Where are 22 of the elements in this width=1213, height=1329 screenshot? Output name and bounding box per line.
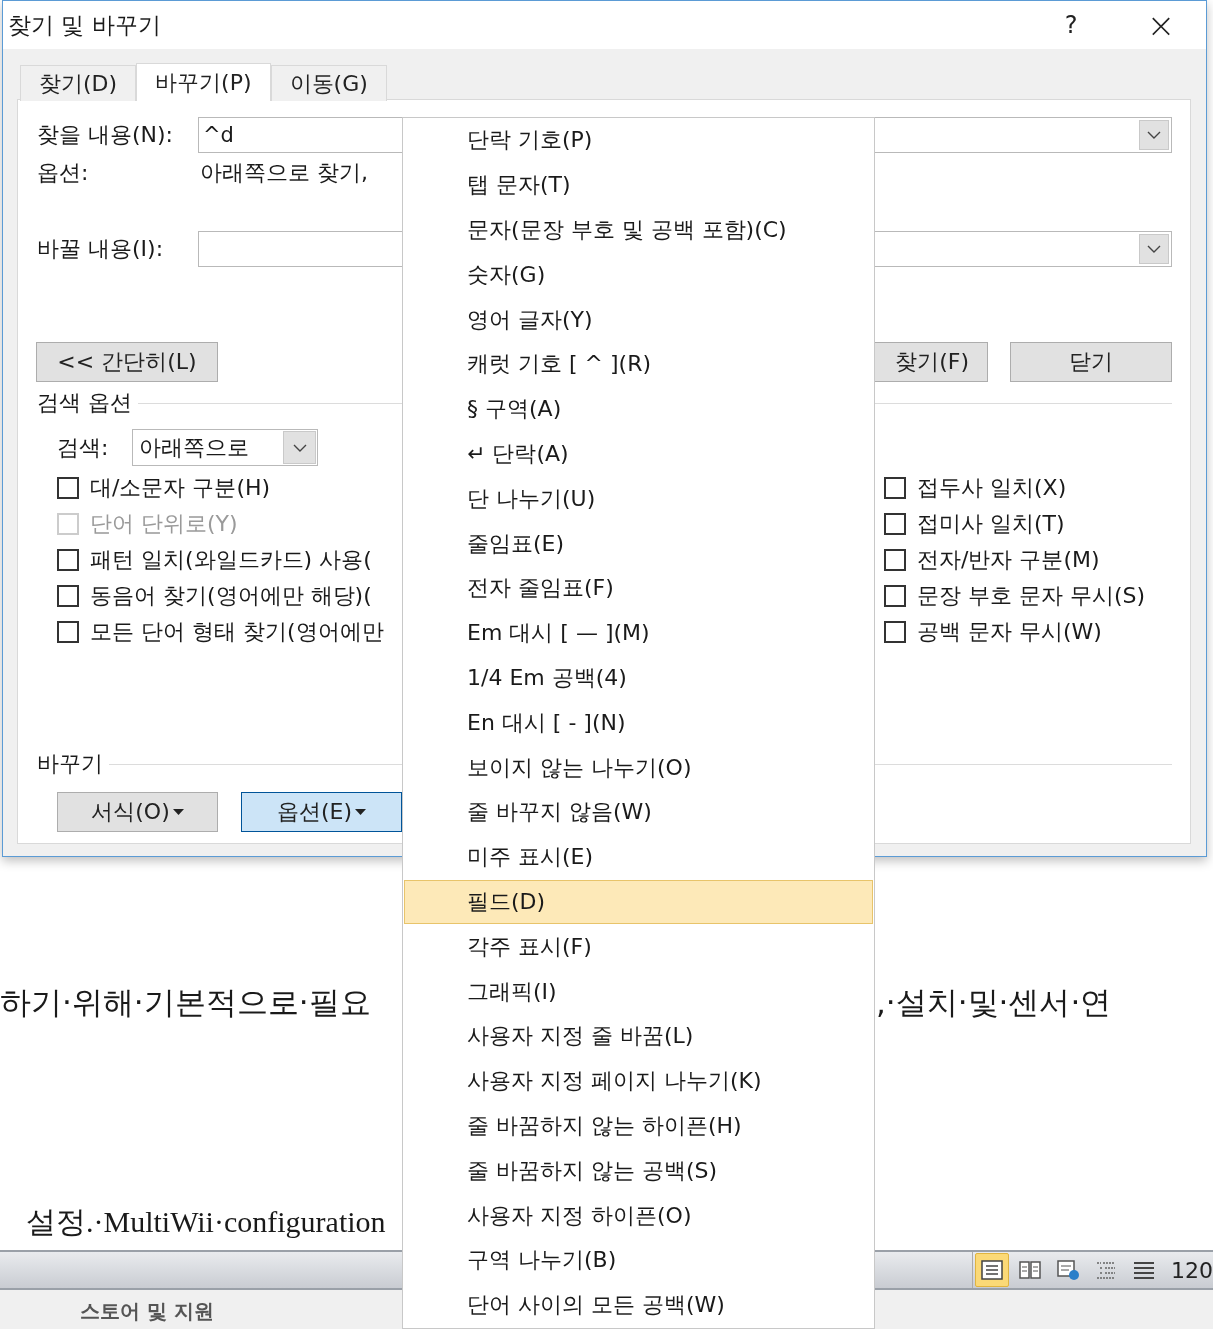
window-title: 찾기 및 바꾸기	[7, 10, 161, 40]
field-label: 바꿀 내용(I):	[37, 235, 165, 263]
checkbox-label: 문장 부호 문자 무시(S)	[917, 582, 1146, 610]
field-label: 검색:	[57, 433, 110, 462]
checkbox-label: 모든 단어 형태 찾기(영어에만	[90, 618, 384, 646]
checkbox-label: 공백 문자 무시(W)	[917, 618, 1102, 646]
checkbox-label: 동음어 찾기(영어에만 해당)(	[90, 582, 372, 610]
checkbox-label: 전자/반자 구분(M)	[917, 546, 1100, 574]
checkbox-label: 접미사 일치(T)	[917, 510, 1065, 538]
checkbox-label: 패턴 일치(와일드카드) 사용(	[90, 546, 372, 574]
document-text: 하기·위해·기본적으로·필요	[0, 984, 371, 1020]
section-heading: 스토어 및 지원	[80, 1298, 214, 1325]
document-text: ,·설치·및·센서·연	[876, 983, 1112, 1022]
checkbox-label: 대/소문자 구분(H)	[90, 474, 271, 502]
document-text: 설정.·MultiWii·configuration	[26, 1205, 386, 1238]
field-label: 옵션:	[37, 159, 90, 187]
group-heading: 바꾸기	[37, 750, 104, 778]
group-heading: 검색 옵션	[37, 389, 133, 417]
checkbox-label: 단어 단위로(Y)	[90, 510, 238, 538]
options-summary: 아래쪽으로 찾기,	[199, 159, 368, 187]
field-label: 찾을 내용(N):	[37, 121, 175, 149]
checkbox-label: 접두사 일치(X)	[917, 474, 1067, 502]
